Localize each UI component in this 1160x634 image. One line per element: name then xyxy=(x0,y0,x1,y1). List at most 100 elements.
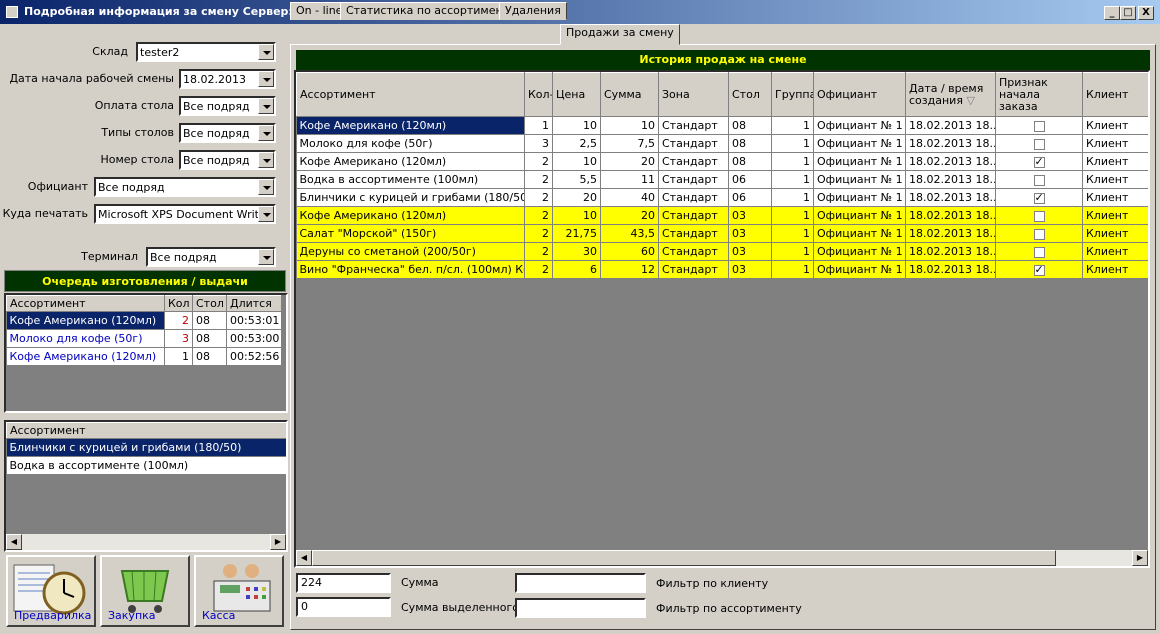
col-waiter[interactable]: Официант xyxy=(813,72,906,117)
chevron-down-icon[interactable] xyxy=(258,179,274,195)
table-row[interactable]: Кофе Американо (120мл) 2 10 20 Стандарт 03 1 Оф… xyxy=(296,206,1148,225)
tab-assort-stats[interactable]: Статистика по ассортименту xyxy=(340,2,522,20)
assort-row[interactable]: Водка в ассортименте (100мл) xyxy=(6,456,286,475)
assort-list[interactable]: Ассортимент Блинчики с курицей и грибами… xyxy=(4,420,288,552)
order-flag-checkbox[interactable] xyxy=(1033,210,1045,222)
sum-label: Сумма xyxy=(401,576,439,589)
scroll-thumb[interactable] xyxy=(312,550,1056,566)
chevron-down-icon[interactable] xyxy=(258,44,274,60)
cell-table: 03 xyxy=(728,206,772,225)
cell-table: 08 xyxy=(728,152,772,171)
waiter-combo[interactable]: Все подряд xyxy=(94,177,276,197)
chevron-down-icon[interactable] xyxy=(258,125,274,141)
col-zone[interactable]: Зона xyxy=(658,72,729,117)
queue-col-assort[interactable]: Ассортимент xyxy=(6,295,165,312)
assort-hscroll[interactable]: ◀ ▶ xyxy=(6,534,286,550)
col-price[interactable]: Цена xyxy=(552,72,601,117)
col-table[interactable]: Стол xyxy=(728,72,772,117)
scroll-right-icon[interactable]: ▶ xyxy=(270,534,286,550)
cell-client: Клиент xyxy=(1082,224,1148,243)
table-row[interactable]: Кофе Американо (120мл) 1 10 10 Стандарт 08 1 Оф… xyxy=(296,116,1148,135)
types-combo[interactable]: Все подряд xyxy=(179,123,276,143)
col-order-flag[interactable]: Признак начала заказа xyxy=(995,72,1083,117)
table-row[interactable]: Деруны со сметаной (200/50г) 2 30 60 Стандар… xyxy=(296,242,1148,261)
minimize-button[interactable]: _ xyxy=(1104,6,1120,20)
cell-zone: Стандарт xyxy=(658,170,729,189)
cell-date: 18.02.2013 18... xyxy=(905,152,996,171)
cell-group: 1 xyxy=(771,242,814,261)
sales-hscroll[interactable]: ◀ ▶ xyxy=(296,550,1148,566)
buy-button[interactable]: Закупка xyxy=(100,555,190,627)
assort-filter-input[interactable] xyxy=(515,598,646,618)
col-client[interactable]: Клиент xyxy=(1082,72,1148,117)
queue-grid[interactable]: Ассортимент Кол Стол Длится Кофе Америка… xyxy=(4,293,288,413)
kassa-button[interactable]: Касса xyxy=(194,555,284,627)
client-filter-input[interactable] xyxy=(515,573,646,593)
cell-date: 18.02.2013 18... xyxy=(905,206,996,225)
cell-qty: 2 xyxy=(524,260,553,279)
queue-row[interactable]: Молоко для кофе (50г) 3 08 00:53:00 xyxy=(6,329,282,348)
cell-group: 1 xyxy=(771,260,814,279)
scroll-right-icon[interactable]: ▶ xyxy=(1132,550,1148,566)
cell-date: 18.02.2013 18... xyxy=(905,224,996,243)
date-combo[interactable]: 18.02.2013 xyxy=(179,69,276,89)
print-label: Куда печатать xyxy=(2,207,88,220)
table-combo[interactable]: Все подряд xyxy=(179,150,276,170)
order-flag-checkbox[interactable] xyxy=(1033,174,1045,186)
order-flag-checkbox[interactable] xyxy=(1033,191,1045,204)
assort-row[interactable]: Блинчики с курицей и грибами (180/50) xyxy=(6,438,286,457)
order-flag-checkbox[interactable] xyxy=(1033,228,1045,240)
order-flag-checkbox[interactable] xyxy=(1033,155,1045,168)
close-button[interactable]: X xyxy=(1138,6,1154,20)
scroll-left-icon[interactable]: ◀ xyxy=(6,534,22,550)
col-date[interactable]: Дата / время создания ▽ xyxy=(905,72,996,117)
cell-group: 1 xyxy=(771,206,814,225)
order-flag-checkbox[interactable] xyxy=(1033,120,1045,132)
cell-zone: Стандарт xyxy=(658,116,729,135)
cell-price: 21,75 xyxy=(552,224,601,243)
tab-deletions[interactable]: Удаления xyxy=(499,2,567,20)
chevron-down-icon[interactable] xyxy=(258,249,274,265)
scroll-left-icon[interactable]: ◀ xyxy=(296,550,312,566)
chevron-down-icon[interactable] xyxy=(258,98,274,114)
cell-zone: Стандарт xyxy=(658,134,729,153)
table-row[interactable]: Вино "Франческа" бел. п/сл. (100мл) Ко..… xyxy=(296,260,1148,279)
table-row[interactable]: Водка в ассортименте (100мл) 2 5,5 11 Станда… xyxy=(296,170,1148,189)
sum-field[interactable]: 224 xyxy=(296,573,391,593)
terminal-combo[interactable]: Все подряд xyxy=(146,247,276,267)
chevron-down-icon[interactable] xyxy=(258,206,274,222)
oplata-combo[interactable]: Все подряд xyxy=(179,96,276,116)
queue-col-time[interactable]: Длится xyxy=(226,295,282,312)
col-sum[interactable]: Сумма xyxy=(600,72,659,117)
cell-qty: 3 xyxy=(524,134,553,153)
col-assort[interactable]: Ассортимент xyxy=(296,72,525,117)
order-flag-checkbox[interactable] xyxy=(1033,246,1045,258)
table-row[interactable]: Молоко для кофе (50г) 3 2,5 7,5 Стандарт 08 1 О… xyxy=(296,134,1148,153)
cell-group: 1 xyxy=(771,170,814,189)
sales-grid[interactable]: Ассортимент Кол- Цена Сумма Зона Стол Гр… xyxy=(294,70,1150,568)
col-qty[interactable]: Кол- xyxy=(524,72,553,117)
cell-group: 1 xyxy=(771,116,814,135)
queue-row[interactable]: Кофе Американо (120мл) 2 08 00:53:01 xyxy=(6,311,282,330)
queue-col-qty[interactable]: Кол xyxy=(164,295,193,312)
print-combo[interactable]: Microsoft XPS Document Writer xyxy=(94,204,276,224)
pre-button[interactable]: Предварилка xyxy=(6,555,96,627)
order-flag-checkbox[interactable] xyxy=(1033,138,1045,150)
table-row[interactable]: Блинчики с курицей и грибами (180/50) 2 20… xyxy=(296,188,1148,207)
col-group[interactable]: Группа xyxy=(771,72,814,117)
sklad-combo[interactable]: tester2 xyxy=(136,42,276,62)
table-row[interactable]: Салат "Морской" (150г) 2 21,75 43,5 Стандарт… xyxy=(296,224,1148,243)
assort-header[interactable]: Ассортимент xyxy=(6,422,286,439)
cell-group: 1 xyxy=(771,134,814,153)
chevron-down-icon[interactable] xyxy=(258,152,274,168)
queue-row[interactable]: Кофе Американо (120мл) 1 08 00:52:56 xyxy=(6,347,282,366)
sort-desc-icon: ▽ xyxy=(966,93,975,107)
table-row[interactable]: Кофе Американо (120мл) 2 10 20 Стандарт 08 1 Оф… xyxy=(296,152,1148,171)
cell-client: Клиент xyxy=(1082,206,1148,225)
tab-shift-sales[interactable]: Продажи за смену xyxy=(560,24,680,45)
maximize-button[interactable]: □ xyxy=(1120,6,1136,20)
order-flag-checkbox[interactable] xyxy=(1033,263,1045,276)
chevron-down-icon[interactable] xyxy=(258,71,274,87)
selected-sum-field[interactable]: 0 xyxy=(296,597,391,617)
queue-col-table[interactable]: Стол xyxy=(192,295,227,312)
